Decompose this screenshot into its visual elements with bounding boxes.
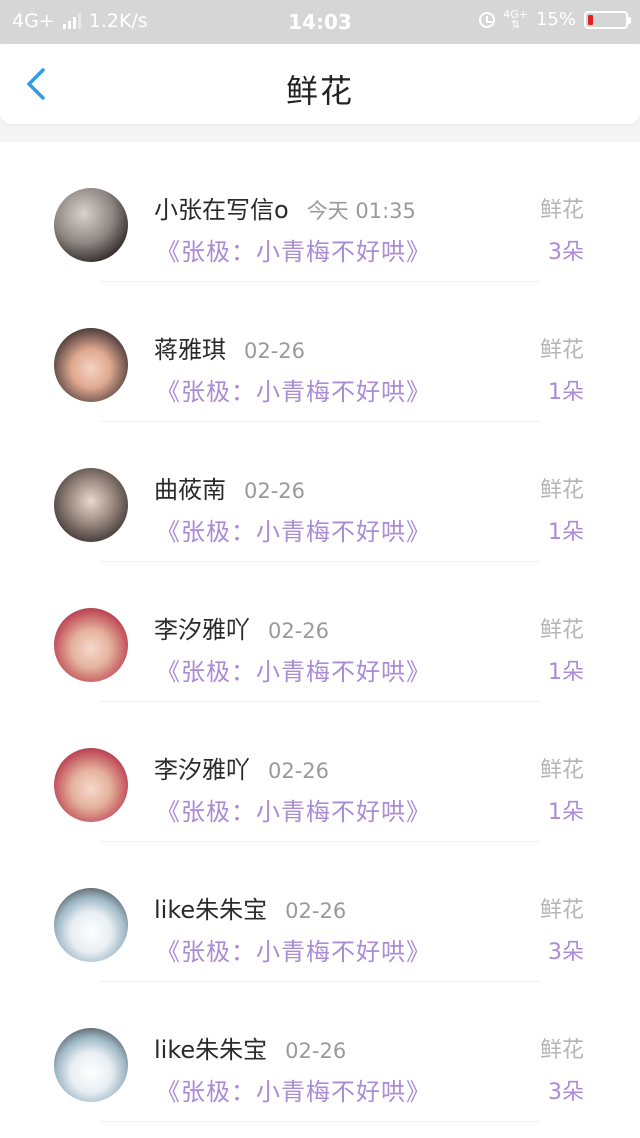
- user-name[interactable]: 小张在写信o: [154, 190, 289, 225]
- name-line: 小张在写信o 今天 01:35: [154, 190, 416, 225]
- status-right: 4G+ ⇅ 15%: [479, 9, 631, 31]
- gift-count: 3朵: [548, 1080, 584, 1105]
- divider: [100, 1121, 540, 1122]
- book-title-link[interactable]: 《张极：小青梅不好哄》: [156, 792, 431, 827]
- data-arrows-icon: ⇅: [511, 17, 521, 31]
- gift-count: 1朵: [548, 660, 584, 685]
- flower-record-list: 小张在写信o 今天 01:35 《张极：小青梅不好哄》 鲜花 3朵 蒋雅琪 02-26 《张极…: [0, 142, 640, 1138]
- book-title-link[interactable]: 《张极：小青梅不好哄》: [156, 1072, 431, 1107]
- user-name[interactable]: like朱朱宝: [154, 890, 267, 925]
- user-name[interactable]: 李汐雅吖: [154, 610, 250, 645]
- avatar[interactable]: [54, 608, 128, 682]
- name-line: 李汐雅吖 02-26: [154, 750, 329, 785]
- gift-count: 3朵: [548, 940, 584, 965]
- screen: 4G+ 1.2K/s 14:03 4G+ ⇅ 15% 鲜花 小张在写信o 今天 0…: [0, 0, 640, 1138]
- book-title-link[interactable]: 《张极：小青梅不好哄》: [156, 372, 431, 407]
- gift-type-label: 鲜花: [539, 1038, 584, 1063]
- book-title-link[interactable]: 《张极：小青梅不好哄》: [156, 932, 431, 967]
- battery-icon: [584, 10, 631, 29]
- page-title: 鲜花: [285, 72, 354, 110]
- gift-count: 1朵: [548, 800, 584, 825]
- avatar[interactable]: [54, 748, 128, 822]
- status-bar: 4G+ 1.2K/s 14:03 4G+ ⇅ 15%: [0, 0, 640, 44]
- gift-count: 1朵: [548, 380, 584, 405]
- name-line: 蒋雅琪 02-26: [154, 330, 305, 365]
- list-item[interactable]: 蒋雅琪 02-26 《张极：小青梅不好哄》 鲜花 1朵: [0, 282, 640, 422]
- avatar[interactable]: [54, 328, 128, 402]
- gift-type-label: 鲜花: [539, 618, 584, 643]
- list-item[interactable]: 小张在写信o 今天 01:35 《张极：小青梅不好哄》 鲜花 3朵: [0, 142, 640, 282]
- alarm-icon: [479, 11, 496, 28]
- name-line: 李汐雅吖 02-26: [154, 610, 329, 645]
- user-name[interactable]: 蒋雅琪: [154, 330, 226, 365]
- avatar[interactable]: [54, 188, 128, 262]
- gift-count: 1朵: [548, 520, 584, 545]
- avatar[interactable]: [54, 468, 128, 542]
- name-line: 曲莜南 02-26: [154, 470, 305, 505]
- gift-type-label: 鲜花: [539, 198, 584, 223]
- user-name[interactable]: 曲莜南: [154, 470, 226, 505]
- list-item[interactable]: like朱朱宝 02-26 《张极：小青梅不好哄》 鲜花 3朵: [0, 982, 640, 1122]
- user-name[interactable]: 李汐雅吖: [154, 750, 250, 785]
- name-line: like朱朱宝 02-26: [154, 1030, 346, 1065]
- list-item[interactable]: like朱朱宝 02-26 《张极：小青梅不好哄》 鲜花 3朵: [0, 842, 640, 982]
- timestamp: 02-26: [268, 759, 330, 783]
- mobile-data-icon: 4G+ ⇅: [503, 9, 528, 31]
- avatar[interactable]: [54, 888, 128, 962]
- user-name[interactable]: like朱朱宝: [154, 1030, 267, 1065]
- battery-fill: [588, 14, 593, 25]
- book-title-link[interactable]: 《张极：小青梅不好哄》: [156, 232, 431, 267]
- timestamp: 02-26: [285, 899, 347, 923]
- timestamp: 02-26: [244, 339, 306, 363]
- avatar[interactable]: [54, 1028, 128, 1102]
- list-item[interactable]: 李汐雅吖 02-26 《张极：小青梅不好哄》 鲜花 1朵: [0, 562, 640, 702]
- list-item[interactable]: 李汐雅吖 02-26 《张极：小青梅不好哄》 鲜花 1朵: [0, 702, 640, 842]
- book-title-link[interactable]: 《张极：小青梅不好哄》: [156, 512, 431, 547]
- gift-type-label: 鲜花: [539, 758, 584, 783]
- gift-type-label: 鲜花: [539, 478, 584, 503]
- gift-count: 3朵: [548, 240, 584, 265]
- timestamp: 今天 01:35: [306, 199, 416, 223]
- battery-percent: 15%: [535, 9, 576, 30]
- gift-type-label: 鲜花: [539, 338, 584, 363]
- timestamp: 02-26: [285, 1039, 347, 1063]
- list-item[interactable]: 曲莜南 02-26 《张极：小青梅不好哄》 鲜花 1朵: [0, 422, 640, 562]
- gift-type-label: 鲜花: [539, 898, 584, 923]
- nav-header: 鲜花: [0, 44, 640, 124]
- name-line: like朱朱宝 02-26: [154, 890, 346, 925]
- timestamp: 02-26: [244, 479, 306, 503]
- timestamp: 02-26: [268, 619, 330, 643]
- book-title-link[interactable]: 《张极：小青梅不好哄》: [156, 652, 431, 687]
